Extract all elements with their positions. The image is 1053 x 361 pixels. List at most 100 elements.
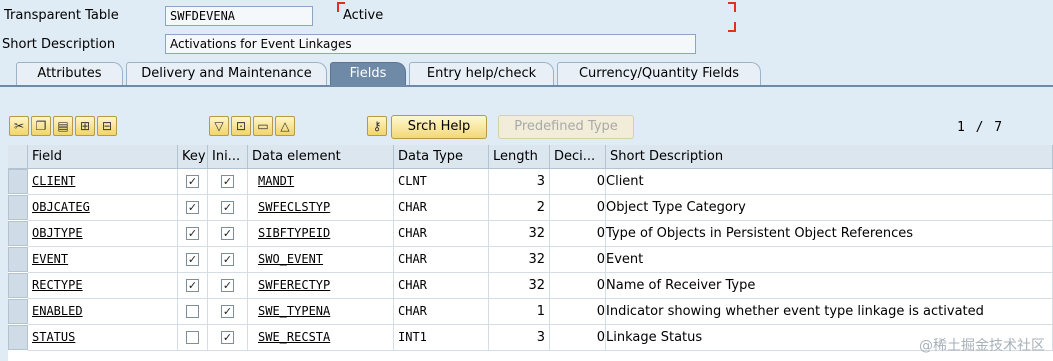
field-name[interactable]: RECTYPE (32, 278, 83, 292)
decimals-cell[interactable]: 0 (550, 247, 606, 273)
search-help-button[interactable]: Srch Help (391, 115, 487, 139)
field-name[interactable]: ENABLED (32, 304, 83, 318)
sort-down-icon[interactable]: ▽ (209, 116, 229, 136)
col-header-initial[interactable]: Ini... (208, 145, 248, 169)
field-name[interactable]: OBJTYPE (32, 226, 83, 240)
short-desc-cell[interactable]: Object Type Category (606, 195, 1053, 221)
row-selector[interactable] (8, 273, 28, 298)
row-selector[interactable] (8, 299, 28, 324)
field-name[interactable]: CLIENT (32, 174, 75, 188)
field-name-cell[interactable]: RECTYPE (28, 273, 178, 299)
col-header-short-desc[interactable]: Short Description (606, 145, 1053, 169)
short-desc-cell[interactable]: Type of Objects in Persistent Object Ref… (606, 221, 1053, 247)
field-name-cell[interactable]: ENABLED (28, 299, 178, 325)
row-selector[interactable] (8, 195, 28, 220)
initial-checkbox[interactable]: ✓ (221, 253, 234, 266)
data-element-cell[interactable]: MANDT (248, 169, 394, 195)
data-element-cell[interactable]: SWE_RECSTA (248, 325, 394, 351)
decimals-cell[interactable]: 0 (550, 299, 606, 325)
data-element[interactable]: SWO_EVENT (258, 252, 323, 266)
initial-checkbox[interactable]: ✓ (221, 305, 234, 318)
initial-checkbox[interactable]: ✓ (221, 227, 234, 240)
data-element-cell[interactable]: SIBFTYPEID (248, 221, 394, 247)
data-type-cell[interactable]: CHAR (394, 299, 489, 325)
length-cell[interactable]: 2 (489, 195, 550, 221)
data-element-cell[interactable]: SWFERECTYP (248, 273, 394, 299)
col-header-key[interactable]: Key (178, 145, 208, 169)
col-header-data-type[interactable]: Data Type (394, 145, 489, 169)
key-checkbox[interactable]: ✓ (186, 227, 199, 240)
data-type-cell[interactable]: CHAR (394, 221, 489, 247)
data-element[interactable]: SWE_RECSTA (258, 330, 330, 344)
data-element[interactable]: SWFERECTYP (258, 278, 330, 292)
col-header-data-element[interactable]: Data element (248, 145, 394, 169)
decimals-cell[interactable]: 0 (550, 195, 606, 221)
table-name-field[interactable]: SWFDEVENA (165, 6, 313, 26)
tab-currency-quantity[interactable]: Currency/Quantity Fields (557, 62, 761, 85)
col-header-decimals[interactable]: Deci... (550, 145, 606, 169)
key-checkbox[interactable] (186, 305, 199, 318)
data-element-cell[interactable]: SWO_EVENT (248, 247, 394, 273)
key-checkbox[interactable]: ✓ (186, 175, 199, 188)
decimals-cell[interactable]: 0 (550, 325, 606, 351)
initial-checkbox[interactable]: ✓ (221, 331, 234, 344)
row-selector[interactable] (8, 247, 28, 272)
length-cell[interactable]: 3 (489, 325, 550, 351)
field-name-cell[interactable]: CLIENT (28, 169, 178, 195)
initial-checkbox[interactable]: ✓ (221, 201, 234, 214)
short-desc-cell[interactable]: Indicator showing whether event type lin… (606, 299, 1053, 325)
header-select-all[interactable] (8, 145, 28, 169)
insert-row-icon[interactable]: ⊞ (75, 116, 95, 136)
length-cell[interactable]: 32 (489, 273, 550, 299)
row-selector[interactable] (8, 221, 28, 246)
cut-icon[interactable]: ✂ (9, 116, 29, 136)
select-all-icon[interactable]: ⊡ (231, 116, 251, 136)
sort-up-icon[interactable]: △ (275, 116, 295, 136)
deselect-icon[interactable]: ▭ (253, 116, 273, 136)
tab-entry-help[interactable]: Entry help/check (409, 62, 554, 85)
data-type-cell[interactable]: INT1 (394, 325, 489, 351)
field-name-cell[interactable]: OBJCATEG (28, 195, 178, 221)
short-desc-cell[interactable]: Event (606, 247, 1053, 273)
short-desc-cell[interactable]: Client (606, 169, 1053, 195)
data-type-cell[interactable]: CHAR (394, 195, 489, 221)
initial-checkbox[interactable]: ✓ (221, 279, 234, 292)
data-element[interactable]: SWE_TYPENA (258, 304, 330, 318)
field-name[interactable]: EVENT (32, 252, 68, 266)
length-cell[interactable]: 32 (489, 221, 550, 247)
length-cell[interactable]: 32 (489, 247, 550, 273)
key-checkbox[interactable]: ✓ (186, 253, 199, 266)
data-element-cell[interactable]: SWFECLSTYP (248, 195, 394, 221)
decimals-cell[interactable]: 0 (550, 169, 606, 195)
col-header-length[interactable]: Length (489, 145, 550, 169)
decimals-cell[interactable]: 0 (550, 273, 606, 299)
field-name-cell[interactable]: OBJTYPE (28, 221, 178, 247)
col-header-field[interactable]: Field (28, 145, 178, 169)
short-desc-cell[interactable]: Name of Receiver Type (606, 273, 1053, 299)
short-desc-field[interactable]: Activations for Event Linkages (165, 34, 696, 54)
row-selector[interactable] (8, 325, 28, 350)
tab-delivery-maintenance[interactable]: Delivery and Maintenance (126, 62, 327, 85)
initial-checkbox[interactable]: ✓ (221, 175, 234, 188)
delete-row-icon[interactable]: ⊟ (97, 116, 117, 136)
length-cell[interactable]: 3 (489, 169, 550, 195)
data-type-cell[interactable]: CHAR (394, 247, 489, 273)
decimals-cell[interactable]: 0 (550, 221, 606, 247)
field-name[interactable]: STATUS (32, 330, 75, 344)
key-checkbox[interactable]: ✓ (186, 279, 199, 292)
predefined-type-button[interactable]: Predefined Type (498, 115, 634, 139)
key-checkbox[interactable] (186, 331, 199, 344)
key-checkbox[interactable]: ✓ (186, 201, 199, 214)
paste-icon[interactable]: ▤ (53, 116, 73, 136)
tab-attributes[interactable]: Attributes (16, 62, 123, 85)
row-selector[interactable] (8, 169, 28, 194)
key-icon[interactable]: ⚷ (367, 116, 387, 136)
length-cell[interactable]: 1 (489, 299, 550, 325)
data-type-cell[interactable]: CHAR (394, 273, 489, 299)
data-type-cell[interactable]: CLNT (394, 169, 489, 195)
field-name-cell[interactable]: STATUS (28, 325, 178, 351)
tab-fields[interactable]: Fields (330, 62, 406, 85)
data-element[interactable]: SWFECLSTYP (258, 200, 330, 214)
field-name-cell[interactable]: EVENT (28, 247, 178, 273)
data-element[interactable]: SIBFTYPEID (258, 226, 330, 240)
